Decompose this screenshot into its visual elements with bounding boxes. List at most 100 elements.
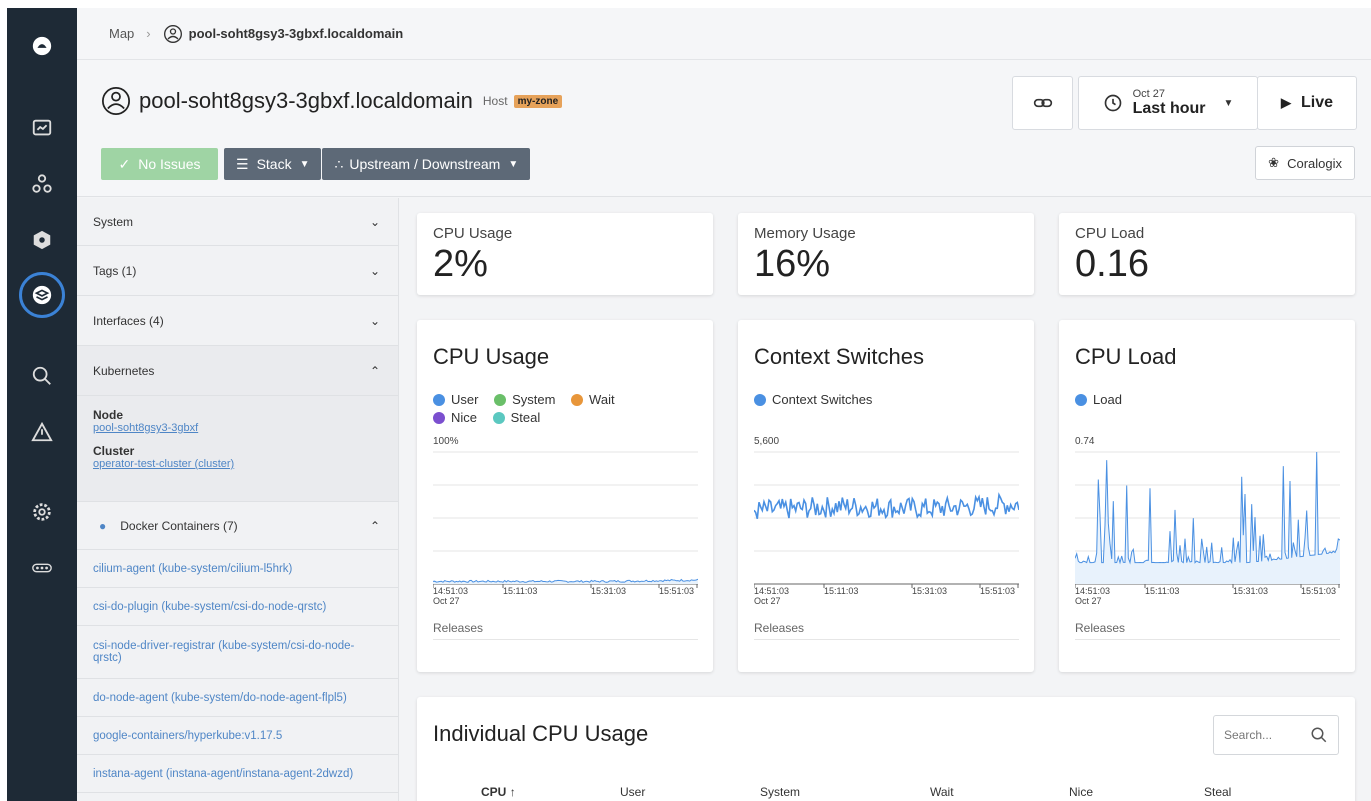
- accordion-tags[interactable]: Tags (1) ⌄: [77, 246, 398, 296]
- accordion-label: Tags (1): [93, 263, 137, 278]
- stat-label: CPU Load: [1075, 225, 1145, 242]
- legend-item-context-switches[interactable]: Context Switches: [754, 392, 872, 408]
- context-switches-plot[interactable]: [754, 448, 1019, 588]
- live-button[interactable]: ▶ Live: [1257, 76, 1357, 130]
- releases-row: Releases: [1075, 621, 1340, 640]
- settings-gear-icon[interactable]: [22, 492, 62, 532]
- cluster-link[interactable]: operator-test-cluster (cluster): [93, 458, 382, 470]
- legend-dot: [433, 394, 445, 406]
- node-link[interactable]: pool-soht8gsy3-3gbxf: [93, 422, 382, 434]
- entity-header: pool-soht8gsy3-3gbxf.localdomain Host my…: [77, 60, 1371, 197]
- clock-icon: [1104, 94, 1121, 112]
- x-tick: 15:11:03: [1145, 586, 1180, 596]
- container-link[interactable]: csi-node-driver-registrar (kube-system/c…: [77, 626, 398, 679]
- stat-value: 2%: [433, 243, 488, 285]
- coralogix-button[interactable]: ❀ Coralogix: [1255, 146, 1355, 180]
- more-icon[interactable]: [22, 548, 62, 588]
- search-input[interactable]: Search...: [1213, 715, 1339, 755]
- legend-label: Nice: [451, 410, 478, 425]
- details-sidebar: System ⌄ Tags (1) ⌄ Interfaces (4) ⌄ Kub…: [77, 198, 399, 801]
- accordion-docker[interactable]: ● Docker Containers (7) ⌃: [77, 502, 398, 550]
- legend-item-steal[interactable]: Steal: [492, 410, 541, 426]
- container-link[interactable]: instana-agent (instana-agent/instana-age…: [77, 755, 398, 793]
- accordion-label: Interfaces (4): [93, 313, 164, 328]
- legend-item-load[interactable]: Load: [1075, 392, 1122, 408]
- time-range-label: Last hour: [1132, 100, 1206, 117]
- legend-item-nice[interactable]: Nice: [433, 410, 477, 426]
- analytics-search-icon[interactable]: [22, 356, 62, 396]
- series-line: [754, 492, 1019, 520]
- container-link[interactable]: do-node-agent (kube-system/do-node-agent…: [77, 679, 398, 717]
- x-tick: 15:51:03: [980, 586, 1016, 596]
- check-icon: ✓: [118, 155, 131, 172]
- link-icon: [1033, 98, 1052, 108]
- container-link[interactable]: google-containers/hyperkube:v1.17.5: [77, 717, 398, 755]
- accordion-label: Kubernetes: [93, 363, 155, 378]
- search-placeholder: Search...: [1224, 728, 1273, 742]
- platforms-icon[interactable]: [19, 272, 65, 318]
- column-header-steal[interactable]: Steal: [1204, 785, 1231, 799]
- x-tick: 14:51:03 Oct 27: [754, 586, 790, 606]
- legend-label: Wait: [589, 392, 615, 407]
- legend-dot: [754, 394, 766, 406]
- x-tick: 15:31:03: [912, 586, 948, 596]
- accordion-system[interactable]: System ⌄: [77, 198, 398, 246]
- alerts-icon[interactable]: [22, 412, 62, 452]
- legend-item-user[interactable]: User: [433, 392, 478, 408]
- instana-logo-icon[interactable]: [22, 26, 62, 66]
- stack-label: Stack: [256, 156, 292, 172]
- zone-badge[interactable]: my-zone: [513, 94, 563, 108]
- app-frame: Map › pool-soht8gsy3-3gbxf.localdomain p…: [7, 8, 1371, 801]
- container-link[interactable]: cilium-agent (kube-system/cilium-l5hrk): [77, 550, 398, 588]
- chevron-down-icon: ⌄: [369, 313, 380, 328]
- cpu-load-plot[interactable]: [1075, 448, 1340, 588]
- column-header-wait[interactable]: Wait: [930, 785, 954, 799]
- column-header-nice[interactable]: Nice: [1069, 785, 1093, 799]
- caret-down-icon: ▼: [1223, 97, 1234, 109]
- column-header-system[interactable]: System: [760, 785, 800, 799]
- x-tick: 15:11:03: [503, 586, 538, 596]
- chart-title: CPU Usage: [433, 344, 550, 369]
- legend-item-system[interactable]: System: [494, 392, 555, 408]
- upstream-downstream-button[interactable]: ∴ Upstream / Downstream ▼: [322, 148, 531, 180]
- time-range-picker[interactable]: Oct 27 Last hour ▼: [1078, 76, 1258, 130]
- copy-link-button[interactable]: [1012, 76, 1073, 130]
- y-axis-max: 5,600: [754, 436, 780, 447]
- breadcrumb-map-link[interactable]: Map: [109, 26, 134, 41]
- cpu-usage-plot[interactable]: [433, 448, 698, 588]
- column-header-cpu[interactable]: CPU ↑: [481, 785, 516, 799]
- chevron-right-icon: ›: [146, 26, 151, 41]
- accordion-interfaces[interactable]: Interfaces (4) ⌄: [77, 296, 398, 346]
- legend-label: User: [451, 392, 479, 407]
- stack-button[interactable]: ☰ Stack ▼: [224, 148, 322, 180]
- legend-dot: [492, 412, 505, 424]
- y-axis-max: 0.74: [1075, 436, 1095, 447]
- x-tick: 15:31:03: [1233, 586, 1269, 596]
- y-axis-max: 100%: [433, 436, 459, 447]
- container-link[interactable]: csi-do-plugin (kube-system/csi-do-node-q…: [77, 588, 398, 626]
- legend-dot: [494, 394, 507, 406]
- column-header-user[interactable]: User: [620, 785, 645, 799]
- infrastructure-icon[interactable]: [22, 164, 62, 204]
- accordion-kubernetes[interactable]: Kubernetes ⌃: [77, 346, 398, 396]
- no-issues-button[interactable]: ✓ No Issues: [101, 148, 218, 180]
- legend-item-wait[interactable]: Wait: [571, 392, 615, 408]
- cpu-usage-chart: CPU Usage User System Wait Nice Steal 10…: [417, 320, 713, 672]
- cpu-load-chart: CPU Load Load 0.74 14:51:03 Oct 27 15:11:…: [1059, 320, 1355, 672]
- dashboard-icon[interactable]: [22, 108, 62, 148]
- chart-legend: Load: [1075, 392, 1335, 410]
- x-tick: 14:51:03 Oct 27: [1075, 586, 1111, 606]
- stat-label: CPU Usage: [433, 225, 513, 242]
- kubernetes-icon[interactable]: [22, 220, 62, 260]
- chevron-down-icon: ⌄: [369, 263, 380, 278]
- kubernetes-details: Node pool-soht8gsy3-3gbxf Cluster operat…: [77, 396, 398, 502]
- breadcrumb: Map › pool-soht8gsy3-3gbxf.localdomain: [77, 8, 1371, 60]
- search-icon: [1311, 727, 1327, 743]
- legend-label: Steal: [510, 410, 541, 425]
- node-label: Node: [93, 408, 123, 422]
- play-icon: ▶: [1280, 95, 1291, 110]
- docker-whale-icon: ●: [99, 518, 107, 533]
- chevron-up-icon: ⌃: [369, 363, 380, 378]
- upstream-label: Upstream / Downstream: [349, 156, 501, 172]
- chart-title: CPU Load: [1075, 344, 1177, 369]
